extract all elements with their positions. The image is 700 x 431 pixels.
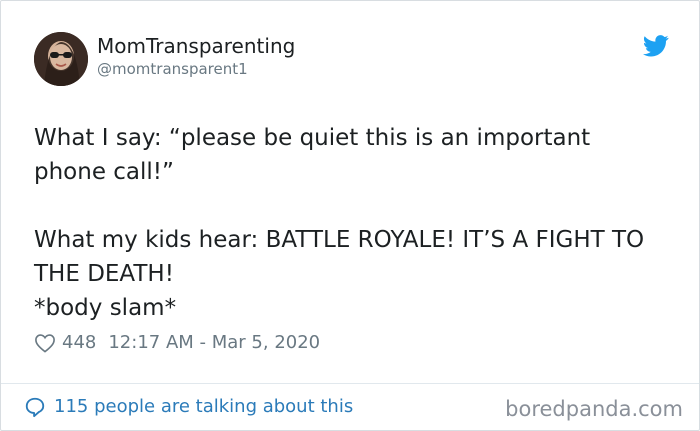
avatar[interactable] [34, 32, 88, 86]
tweet-meta: 448 12:17 AM - Mar 5, 2020 [34, 331, 320, 355]
tweet-line: What I say: “please be quiet this is an … [34, 125, 591, 185]
discussion-link[interactable]: 115 people are talking about this [24, 395, 353, 419]
tweet-card: MomTransparenting @momtransparent1 What … [0, 0, 700, 431]
author-name[interactable]: MomTransparenting [97, 34, 295, 58]
tweet-line: What my kids hear: BATTLE ROYALE! IT’S A… [34, 227, 645, 287]
timestamp[interactable]: 12:17 AM - Mar 5, 2020 [108, 331, 320, 355]
like-count[interactable]: 448 [62, 331, 96, 355]
tweet-text: What I say: “please be quiet this is an … [34, 121, 654, 325]
comment-icon [25, 397, 45, 418]
discussion-text: 115 people are talking about this [54, 396, 354, 417]
watermark: boredpanda.com [505, 397, 683, 421]
twitter-bird-icon[interactable] [643, 35, 669, 57]
author-handle[interactable]: @momtransparent1 [97, 60, 248, 78]
footer-divider [1, 383, 699, 384]
tweet-line: *body slam* [34, 295, 177, 321]
heart-icon[interactable] [34, 333, 56, 353]
avatar-image [34, 32, 88, 86]
